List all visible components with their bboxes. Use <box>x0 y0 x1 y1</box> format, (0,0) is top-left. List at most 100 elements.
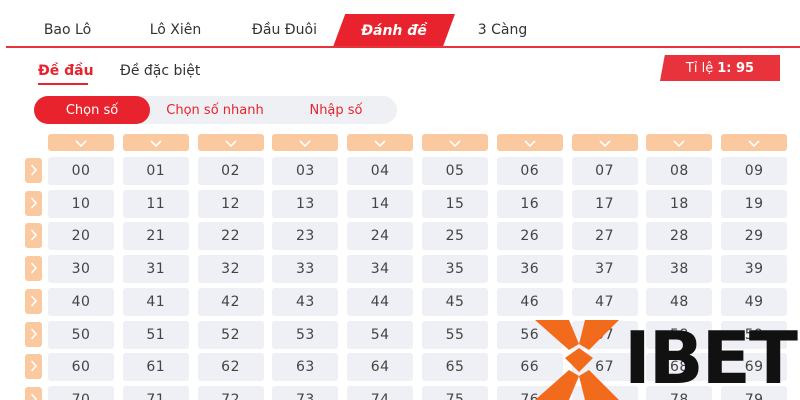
number-cell[interactable]: 71 <box>122 385 189 400</box>
number-cell[interactable]: 42 <box>197 287 264 316</box>
number-cell[interactable]: 11 <box>122 189 189 218</box>
number-cell[interactable]: 05 <box>422 157 488 185</box>
number-cell[interactable]: 75 <box>422 385 488 400</box>
number-cell[interactable]: 25 <box>422 222 488 251</box>
number-cell[interactable]: 54 <box>347 320 414 349</box>
chevron-down-icon <box>524 133 536 152</box>
number-cell[interactable]: 07 <box>571 157 638 185</box>
number-cell[interactable]: 29 <box>721 222 788 251</box>
column-select-button[interactable] <box>646 134 713 151</box>
column-select-button[interactable] <box>48 134 114 151</box>
number-cell[interactable]: 52 <box>197 320 264 349</box>
number-cell[interactable]: 65 <box>422 353 488 382</box>
number-cell[interactable]: 37 <box>571 255 638 284</box>
odds-ratio-value: 1: 95 <box>717 60 755 76</box>
number-cell[interactable]: 70 <box>48 385 114 400</box>
number-cell[interactable]: 51 <box>122 320 189 349</box>
column-select-button[interactable] <box>197 134 264 151</box>
column-select-button[interactable] <box>122 134 189 151</box>
number-cell[interactable]: 40 <box>48 287 114 316</box>
row-select-button[interactable] <box>25 158 42 183</box>
column-select-button[interactable] <box>721 134 788 151</box>
number-cell[interactable]: 22 <box>197 222 264 251</box>
number-cell[interactable]: 55 <box>422 320 488 349</box>
number-cell[interactable]: 21 <box>122 222 189 251</box>
number-cell[interactable]: 08 <box>646 157 713 185</box>
row-select-button[interactable] <box>25 223 42 249</box>
tab-bao-lo[interactable]: Bao Lô <box>20 14 115 46</box>
mode-nhap-so[interactable]: Nhập số <box>296 96 376 124</box>
number-cell[interactable]: 28 <box>646 222 713 251</box>
number-cell[interactable]: 03 <box>272 157 339 185</box>
number-cell[interactable]: 53 <box>272 320 339 349</box>
tab-dau-duoi[interactable]: Đầu Đuôi <box>237 14 332 46</box>
number-cell[interactable]: 27 <box>571 222 638 251</box>
subtab-de-dac-biet[interactable]: Đề đặc biệt <box>120 63 200 79</box>
number-cell[interactable]: 17 <box>571 189 638 218</box>
number-cell[interactable]: 10 <box>48 189 114 218</box>
number-cell[interactable]: 35 <box>422 255 488 284</box>
number-cell[interactable]: 38 <box>646 255 713 284</box>
number-cell[interactable]: 02 <box>197 157 264 185</box>
number-cell[interactable]: 12 <box>197 189 264 218</box>
number-cell[interactable]: 31 <box>122 255 189 284</box>
number-cell[interactable]: 73 <box>272 385 339 400</box>
number-cell[interactable]: 61 <box>122 353 189 382</box>
number-cell[interactable]: 33 <box>272 255 339 284</box>
number-cell[interactable]: 23 <box>272 222 339 251</box>
mode-chon-so-nhanh[interactable]: Chọn số nhanh <box>160 96 270 124</box>
number-cell[interactable]: 48 <box>646 287 713 316</box>
column-select-button[interactable] <box>347 134 414 151</box>
chevron-down-icon <box>449 133 461 152</box>
row-select-button[interactable] <box>25 386 42 400</box>
row-select-button[interactable] <box>25 321 42 347</box>
chevron-right-icon <box>30 357 38 376</box>
number-cell[interactable]: 47 <box>571 287 638 316</box>
column-select-button[interactable] <box>571 134 638 151</box>
number-cell[interactable]: 14 <box>347 189 414 218</box>
number-cell[interactable]: 45 <box>422 287 488 316</box>
column-select-button[interactable] <box>272 134 339 151</box>
number-cell[interactable]: 64 <box>347 353 414 382</box>
column-select-button[interactable] <box>496 133 563 152</box>
number-cell[interactable]: 74 <box>347 385 414 400</box>
tab-lo-xien[interactable]: Lô Xiên <box>128 14 223 46</box>
number-cell[interactable]: 19 <box>721 189 788 218</box>
number-cell[interactable]: 49 <box>721 287 788 316</box>
row-select-button[interactable] <box>25 288 42 314</box>
column-select-button[interactable] <box>422 134 488 151</box>
number-cell[interactable]: 34 <box>347 255 414 284</box>
number-cell[interactable]: 60 <box>48 353 114 382</box>
number-cell[interactable]: 01 <box>122 157 189 185</box>
number-cell[interactable]: 43 <box>272 287 339 316</box>
row-select-button[interactable] <box>25 190 42 216</box>
number-cell[interactable]: 63 <box>272 353 339 382</box>
row-select-button[interactable] <box>25 256 42 282</box>
number-cell[interactable]: 15 <box>422 189 488 218</box>
number-cell[interactable]: 41 <box>122 287 189 316</box>
row-select-button[interactable] <box>25 354 42 380</box>
subtab-de-dau[interactable]: Đề đầu <box>38 63 94 79</box>
number-cell[interactable]: 13 <box>272 189 339 218</box>
number-cell[interactable]: 36 <box>496 255 563 284</box>
mode-chon-so[interactable]: Chọn số <box>34 96 150 124</box>
tab-3-cang[interactable]: 3 Càng <box>455 14 550 46</box>
tab-danh-de[interactable]: Đánh đề <box>333 14 455 47</box>
number-cell[interactable]: 26 <box>496 222 563 251</box>
number-cell[interactable]: 16 <box>496 189 563 218</box>
number-cell[interactable]: 39 <box>721 255 788 284</box>
number-cell[interactable]: 50 <box>48 320 114 349</box>
number-cell[interactable]: 04 <box>347 157 414 185</box>
number-cell[interactable]: 46 <box>496 287 563 316</box>
number-cell[interactable]: 62 <box>197 353 264 382</box>
number-cell[interactable]: 32 <box>197 255 264 284</box>
number-cell[interactable]: 44 <box>347 287 414 316</box>
number-cell[interactable]: 20 <box>48 222 114 251</box>
number-cell[interactable]: 30 <box>48 255 114 284</box>
number-cell[interactable]: 72 <box>197 385 264 400</box>
number-cell[interactable]: 00 <box>48 157 114 185</box>
number-cell[interactable]: 24 <box>347 222 414 251</box>
number-cell[interactable]: 09 <box>721 157 788 185</box>
number-cell[interactable]: 18 <box>646 189 713 218</box>
number-cell[interactable]: 06 <box>496 157 563 185</box>
